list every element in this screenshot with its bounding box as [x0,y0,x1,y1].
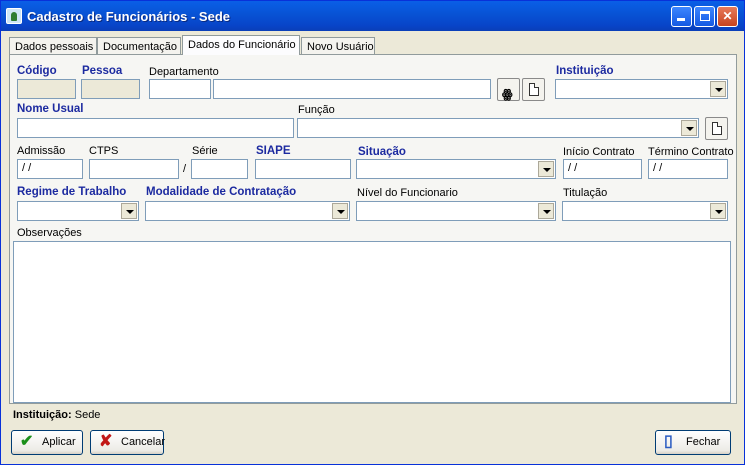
instituicao-label: Instituição [556,65,614,77]
admissao-field[interactable]: / / [17,159,83,179]
fechar-label: Fechar [686,436,721,448]
serie-field[interactable] [191,159,248,179]
inicio-contrato-label: Início Contrato [563,146,635,158]
departamento-name-field[interactable] [213,79,491,99]
observacoes-textarea[interactable] [13,241,731,403]
modalidade-contratacao-select[interactable] [145,201,350,221]
serie-label: Série [192,145,218,157]
nome-usual-field[interactable] [17,118,294,138]
funcao-label: Função [298,104,335,116]
maximize-icon [700,11,710,21]
status-bar: Instituição: Sede [13,409,100,421]
chevron-down-icon[interactable] [710,81,726,97]
nome-usual-label: Nome Usual [17,103,84,115]
minimize-button[interactable] [671,6,692,27]
tab-documentacao[interactable]: Documentação [97,37,181,55]
ctps-field[interactable] [89,159,179,179]
tab-dados-funcionario[interactable]: Dados do Funcionário [182,35,300,55]
departamento-code-field[interactable] [149,79,211,99]
close-button[interactable]: ✕ [717,6,738,27]
codigo-field[interactable] [17,79,76,99]
app-icon [6,8,22,24]
termino-contrato-field[interactable]: / / [648,159,728,179]
regime-trabalho-label: Regime de Trabalho [17,186,127,198]
chevron-down-icon[interactable] [538,203,554,219]
new-document-icon [529,83,539,96]
chevron-down-icon[interactable] [332,203,348,219]
inicio-contrato-field[interactable]: / / [563,159,642,179]
departamento-label: Departamento [149,66,219,78]
observacoes-label: Observações [17,227,82,239]
new-document-icon [712,122,722,135]
funcao-select[interactable] [297,118,699,138]
termino-contrato-label: Término Contrato [648,146,734,158]
aplicar-label: Aplicar [42,436,76,448]
maximize-button[interactable] [694,6,715,27]
exit-door-icon: ▯ [664,433,673,450]
situacao-select[interactable] [356,159,556,179]
new-departamento-button[interactable] [522,78,545,101]
chevron-down-icon[interactable] [681,120,697,136]
close-icon: ✕ [722,9,733,23]
chevron-down-icon[interactable] [121,203,137,219]
nivel-funcionario-select[interactable] [356,201,556,221]
binoculars-icon: ꙮ [502,87,513,101]
minimize-icon [677,18,685,21]
window: Cadastro de Funcionários - Sede ✕ Dados … [0,0,745,465]
cancelar-label: Cancelar [121,436,166,448]
siape-label: SIAPE [256,145,291,157]
cancelar-button[interactable]: ✘ Cancelar [90,430,166,455]
cancel-x-icon: ✘ [99,433,113,450]
new-funcao-button[interactable] [705,117,728,140]
checkmark-icon: ✔ [20,433,34,450]
nivel-funcionario-label: Nível do Funcionario [357,187,458,199]
status-value: Sede [74,409,101,421]
titulacao-select[interactable] [562,201,728,221]
codigo-label: Código [17,65,57,77]
search-departamento-button[interactable]: ꙮ [497,78,520,101]
tab-dados-pessoais[interactable]: Dados pessoais [9,37,97,55]
pessoa-field[interactable] [81,79,140,99]
chevron-down-icon[interactable] [710,203,726,219]
modalidade-contratacao-label: Modalidade de Contratação [146,186,297,198]
situacao-label: Situação [358,146,406,158]
status-label: Instituição: [13,409,72,421]
aplicar-button[interactable]: ✔ Aplicar [11,430,83,455]
window-title: Cadastro de Funcionários - Sede [27,9,230,24]
fechar-button[interactable]: ▯ Fechar [655,430,731,455]
ctps-separator: / [183,163,187,175]
admissao-label: Admissão [17,145,66,157]
chevron-down-icon[interactable] [538,161,554,177]
siape-field[interactable] [255,159,351,179]
regime-trabalho-select[interactable] [17,201,139,221]
titulacao-label: Titulação [563,187,608,199]
ctps-label: CTPS [89,145,119,157]
pessoa-label: Pessoa [82,65,123,77]
tab-novo-usuario[interactable]: Novo Usuário [301,37,375,55]
instituicao-select[interactable] [555,79,728,99]
title-bar[interactable]: Cadastro de Funcionários - Sede ✕ [1,1,744,31]
